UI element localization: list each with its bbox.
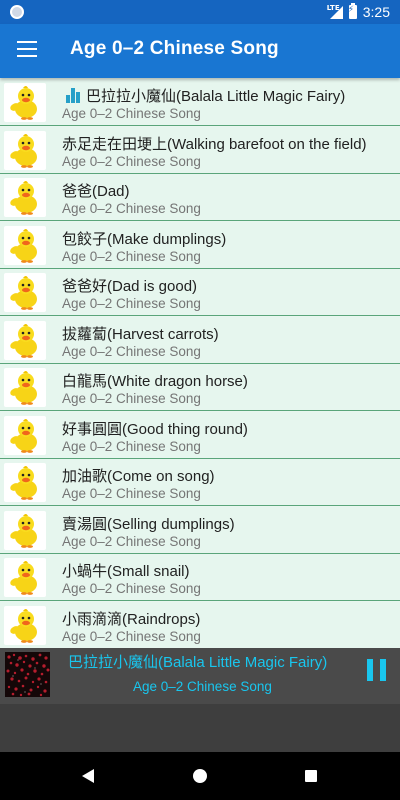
equalizer-icon: [66, 88, 81, 103]
signal-icon: LTE: [326, 3, 343, 19]
song-title: 巴拉拉小魔仙(Balala Little Magic Fairy): [86, 88, 346, 105]
song-row[interactable]: 包餃子(Make dumplings) Age 0–2 Chinese Song: [0, 221, 400, 269]
yellow-duck-icon: [10, 133, 37, 168]
song-thumbnail: [4, 83, 46, 122]
song-thumbnail: [4, 463, 46, 502]
song-title: 小雨滴滴(Raindrops): [62, 610, 201, 628]
yellow-duck-icon: [10, 228, 37, 263]
song-row[interactable]: 爸爸好(Dad is good) Age 0–2 Chinese Song: [0, 269, 400, 316]
song-title: 白龍馬(White dragon horse): [62, 373, 248, 390]
battery-charging-icon: [348, 3, 357, 19]
song-list[interactable]: 巴拉拉小魔仙(Balala Little Magic Fairy) Age 0–2…: [0, 78, 400, 648]
yellow-duck-icon: [10, 181, 37, 215]
song-thumbnail: [4, 320, 46, 360]
hamburger-menu-icon[interactable]: [17, 41, 37, 59]
song-thumbnail: [4, 415, 46, 455]
yellow-duck-icon: [10, 371, 37, 405]
song-row[interactable]: 白龍馬(White dragon horse) Age 0–2 Chinese S…: [0, 364, 400, 411]
song-thumbnail: [4, 130, 46, 170]
yellow-duck-icon: [10, 561, 37, 595]
song-subtitle: Age 0–2 Chinese Song: [62, 248, 201, 264]
song-subtitle: Age 0–2 Chinese Song: [62, 343, 201, 359]
song-row[interactable]: 小蝸牛(Small snail) Age 0–2 Chinese Song: [0, 554, 400, 601]
song-thumbnail: [4, 510, 46, 550]
bottom-spacer: [0, 704, 400, 752]
song-subtitle: Age 0–2 Chinese Song: [62, 391, 201, 406]
song-thumbnail: [4, 178, 46, 217]
song-title: 爸爸(Dad): [62, 183, 130, 200]
yellow-duck-icon: [10, 86, 37, 120]
song-row[interactable]: 巴拉拉小魔仙(Balala Little Magic Fairy) Age 0–2…: [0, 79, 400, 126]
notification-dot-icon: [10, 5, 24, 19]
song-title: 赤足走在田埂上(Walking barefoot on the field): [62, 135, 367, 153]
yellow-duck-icon: [10, 608, 37, 643]
song-row[interactable]: 爸爸(Dad) Age 0–2 Chinese Song: [0, 174, 400, 221]
pause-icon[interactable]: [367, 659, 387, 681]
player-song-title[interactable]: 巴拉拉小魔仙(Balala Little Magic Fairy): [68, 651, 327, 672]
status-clock: 3:25: [362, 4, 390, 20]
song-subtitle: Age 0–2 Chinese Song: [62, 438, 201, 454]
mini-player[interactable]: 巴拉拉小魔仙(Balala Little Magic Fairy) Age 0–…: [0, 648, 400, 704]
album-art: [5, 652, 50, 697]
home-circle-icon[interactable]: [193, 769, 207, 783]
album-art-image: [5, 652, 50, 697]
yellow-duck-icon: [10, 513, 37, 548]
recents-square-icon[interactable]: [305, 770, 317, 782]
song-subtitle: Age 0–2 Chinese Song: [62, 533, 201, 549]
yellow-duck-icon: [10, 276, 37, 310]
yellow-duck-icon: [10, 323, 37, 358]
song-title: 小蝸牛(Small snail): [62, 563, 190, 580]
song-subtitle: Age 0–2 Chinese Song: [62, 628, 201, 644]
song-title: 好事圓圓(Good thing round): [62, 420, 248, 438]
song-subtitle: Age 0–2 Chinese Song: [62, 486, 201, 501]
back-triangle-icon[interactable]: [82, 769, 94, 783]
status-bar: LTE 3:25: [0, 0, 400, 24]
song-subtitle: Age 0–2 Chinese Song: [62, 153, 201, 169]
page-title: Age 0–2 Chinese Song: [70, 38, 279, 59]
song-thumbnail: [4, 605, 46, 645]
song-subtitle: Age 0–2 Chinese Song: [62, 296, 201, 311]
yellow-duck-icon: [10, 418, 37, 453]
song-title: 拔蘿蔔(Harvest carrots): [62, 325, 219, 343]
song-subtitle: Age 0–2 Chinese Song: [62, 106, 201, 121]
song-row[interactable]: 賣湯圓(Selling dumplings) Age 0–2 Chinese So…: [0, 506, 400, 554]
song-title: 加油歌(Come on song): [62, 468, 215, 485]
status-icons: LTE 3:25: [326, 0, 390, 24]
song-subtitle: Age 0–2 Chinese Song: [62, 581, 201, 596]
song-row[interactable]: 赤足走在田埂上(Walking barefoot on the field) Ag…: [0, 126, 400, 174]
song-title: 爸爸好(Dad is good): [62, 278, 198, 295]
song-title: 包餃子(Make dumplings): [62, 230, 227, 248]
song-thumbnail: [4, 558, 46, 597]
song-thumbnail: [4, 273, 46, 312]
network-type-label: LTE: [326, 3, 340, 12]
song-subtitle: Age 0–2 Chinese Song: [62, 201, 201, 216]
song-row[interactable]: 拔蘿蔔(Harvest carrots) Age 0–2 Chinese Song: [0, 316, 400, 364]
song-row[interactable]: 加油歌(Come on song) Age 0–2 Chinese Song: [0, 459, 400, 506]
song-thumbnail: [4, 368, 46, 407]
song-thumbnail: [4, 225, 46, 265]
player-song-subtitle: Age 0–2 Chinese Song: [133, 679, 272, 694]
system-nav-bar: [0, 752, 400, 800]
song-title: 賣湯圓(Selling dumplings): [62, 515, 235, 533]
yellow-duck-icon: [10, 466, 37, 500]
song-row[interactable]: 小雨滴滴(Raindrops) Age 0–2 Chinese Song: [0, 601, 400, 648]
app-bar: Age 0–2 Chinese Song: [0, 24, 400, 78]
song-row[interactable]: 好事圓圓(Good thing round) Age 0–2 Chinese So…: [0, 411, 400, 459]
